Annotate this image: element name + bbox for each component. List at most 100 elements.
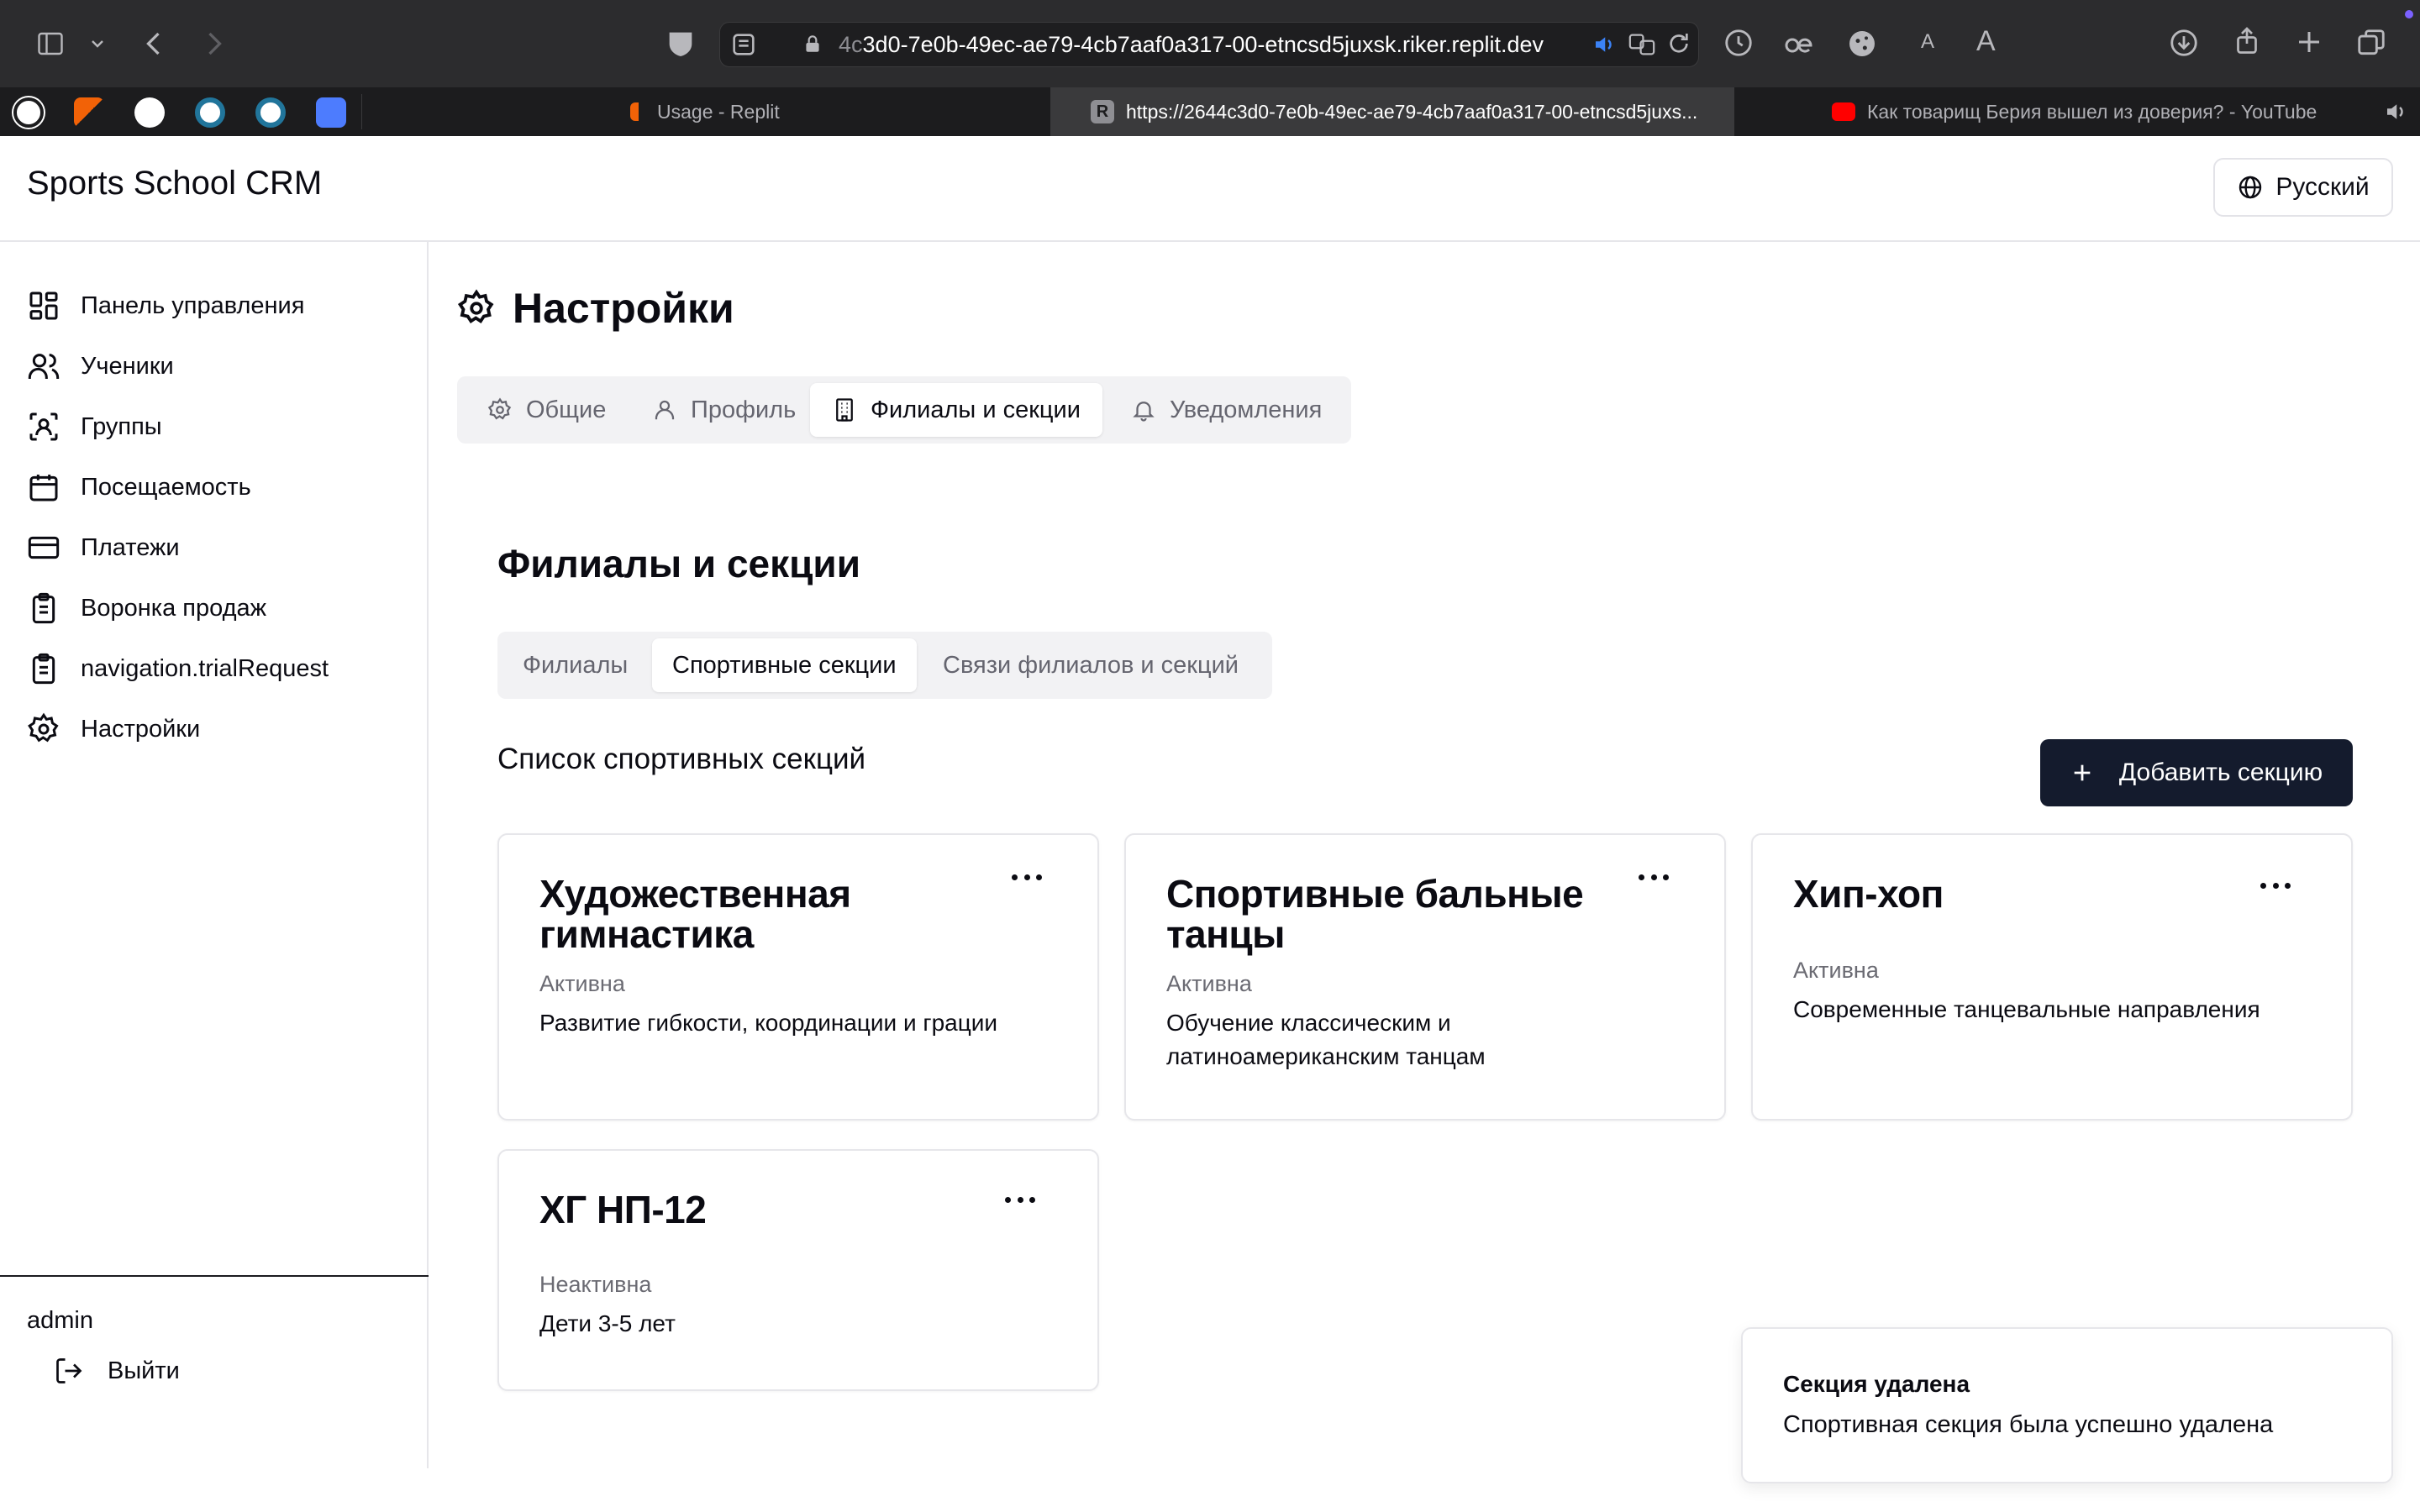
folder-bookmark-icon[interactable] (316, 97, 346, 128)
page-menu-icon[interactable] (729, 30, 758, 59)
text-larger-button[interactable]: A (1976, 25, 1996, 58)
sidebar-item-settings[interactable]: Настройки (27, 706, 200, 753)
tab-label: Usage - Replit (657, 100, 780, 123)
more-options-icon[interactable] (2260, 877, 2291, 894)
text-smaller-button[interactable]: A (1921, 30, 1934, 54)
download-icon[interactable] (2168, 27, 2200, 59)
sidebar-item-attendance[interactable]: Посещаемость (27, 464, 251, 511)
sidebar-item-label: Воронка продаж (81, 594, 267, 622)
chatgpt-bookmark-icon[interactable] (13, 97, 44, 128)
tab-label: Общие (526, 396, 607, 423)
language-button[interactable]: Русский (2213, 158, 2393, 217)
clipboard-icon (32, 592, 55, 624)
app-title: Sports School CRM (27, 165, 323, 202)
new-tab-icon[interactable] (2294, 27, 2324, 57)
lock-icon (802, 30, 823, 57)
section-name: Художественная гимнастика (539, 872, 851, 956)
sidebar-item-label: Группы (81, 412, 162, 440)
list-title: Список спортивных секций (497, 743, 866, 775)
tab-overview-icon[interactable] (2354, 27, 2388, 59)
section-title: Филиалы и секции (497, 542, 860, 585)
youtube-favicon-icon (1832, 102, 1855, 121)
sidebar-item-students[interactable]: Ученики (27, 343, 174, 390)
tab-label: Уведомления (1170, 396, 1323, 423)
replit-bookmark-icon[interactable] (74, 97, 104, 128)
sidebar-item-label: Ученики (81, 352, 174, 380)
tab-notifications[interactable]: Уведомления (1109, 383, 1344, 437)
groups-icon (29, 412, 58, 441)
page-title: Настройки (457, 284, 734, 333)
users-icon (28, 354, 60, 379)
section-description: Дети 3-5 лет (539, 1310, 676, 1336)
notification-dot (2405, 10, 2413, 18)
more-options-icon[interactable] (1639, 869, 1669, 885)
sidebar-item-dashboard[interactable]: Панель управления (27, 282, 304, 329)
page-title-text: Настройки (513, 285, 734, 332)
translate-icon[interactable] (1625, 30, 1659, 59)
tab-branch-section-links[interactable]: Связи филиалов и секций (923, 638, 1259, 692)
section-description: Современные танцевальные направления (1793, 996, 2260, 1022)
tab-branches[interactable]: Филиалы (502, 638, 648, 692)
sidebar-toggle-icon[interactable] (34, 29, 67, 59)
calendar-icon (29, 475, 58, 501)
sidebar-item-payments[interactable]: Платежи (27, 524, 180, 571)
chevron-down-icon[interactable] (87, 34, 108, 54)
plus-icon (2074, 764, 2091, 781)
more-options-icon[interactable] (1005, 1191, 1035, 1208)
share-icon[interactable] (2232, 24, 2262, 59)
status-badge: Активна (1166, 971, 1252, 996)
wordpress-bookmark-icon-2[interactable] (255, 97, 286, 128)
section-card[interactable]: Художественная гимнастика Активна Развит… (497, 833, 1099, 1121)
tab-general[interactable]: Общие (466, 383, 628, 437)
gear-icon (457, 289, 494, 323)
sidebar-item-groups[interactable]: Группы (27, 403, 162, 450)
browser-tab-active[interactable]: R https://2644c3d0-7e0b-49ec-ae79-4cb7aa… (1050, 87, 1734, 136)
section-card[interactable]: ХГ НП-12 Неактивна Дети 3-5 лет (497, 1149, 1099, 1391)
toast-notification[interactable]: Секция удалена Спортивная секция была ус… (1741, 1327, 2393, 1483)
sidebar-item-trial-request[interactable]: navigation.trialRequest (27, 645, 329, 692)
ae-extension-icon[interactable] (1783, 29, 1817, 59)
gear-icon (28, 712, 59, 743)
bell-icon (1133, 402, 1155, 422)
section-name: ХГ НП-12 (539, 1188, 707, 1231)
sidebar-item-label: navigation.trialRequest (81, 654, 329, 682)
user-icon (655, 400, 675, 420)
add-section-label: Добавить секцию (2118, 759, 2323, 786)
browser-tab-youtube[interactable]: Как товарищ Берия вышел из доверия? - Yo… (1832, 87, 2336, 136)
more-options-icon[interactable] (1012, 869, 1042, 885)
sections-sub-tabs: Филиалы Спортивные секции Связи филиалов… (497, 632, 1272, 699)
sidebar-item-label: Посещаемость (81, 473, 251, 501)
section-card[interactable]: Спортивные бальные танцы Активна Обучени… (1124, 833, 1726, 1121)
logout-button[interactable]: Выйти (54, 1356, 180, 1386)
forward-icon[interactable] (198, 27, 229, 60)
history-icon[interactable] (1723, 27, 1754, 59)
tab-label: https://2644c3d0-7e0b-49ec-ae79-4cb7aaf0… (1126, 100, 1698, 123)
github-bookmark-icon[interactable] (134, 97, 165, 128)
tab-audio-icon[interactable] (2383, 99, 2408, 124)
section-name: Хип-хоп (1793, 872, 1944, 916)
card-icon (28, 536, 60, 559)
add-section-button[interactable]: Добавить секцию (2040, 739, 2353, 806)
shield-extension-icon[interactable] (664, 27, 697, 60)
section-description: Обучение классическим и латиноамериканск… (1166, 1010, 1486, 1069)
section-card[interactable]: Хип-хоп Активна Современные танцевальные… (1751, 833, 2353, 1121)
clipboard-icon (32, 653, 55, 685)
back-icon[interactable] (139, 27, 170, 60)
sidebar-item-sales-funnel[interactable]: Воронка продаж (27, 585, 266, 632)
section-name: Спортивные бальные танцы (1166, 872, 1584, 956)
url-text[interactable]: 4c3d0-7e0b-49ec-ae79-4cb7aaf0a317-00-etn… (839, 29, 1544, 60)
tab-branches-sections[interactable]: Филиалы и секции (810, 383, 1102, 437)
tab-sport-sections[interactable]: Спортивные секции (652, 638, 917, 692)
reload-icon[interactable] (1665, 30, 1692, 57)
tab-label: Как товарищ Берия вышел из доверия? - Yo… (1867, 100, 2317, 123)
browser-toolbar: 4c3d0-7e0b-49ec-ae79-4cb7aaf0a317-00-etn… (0, 0, 2420, 87)
browser-tab-usage[interactable]: Usage - Replit (630, 87, 1042, 136)
wordpress-bookmark-icon[interactable] (195, 97, 225, 128)
r-favicon-icon: R (1091, 100, 1114, 123)
cookie-icon[interactable] (1845, 27, 1879, 60)
settings-tabs: Общие Профиль Филиалы и секции Уведомлен… (457, 376, 1351, 444)
globe-icon (2239, 176, 2262, 199)
tab-profile[interactable]: Профиль (630, 383, 818, 437)
speaker-icon[interactable] (1591, 32, 1617, 57)
toast-title: Секция удалена (1783, 1371, 1970, 1397)
